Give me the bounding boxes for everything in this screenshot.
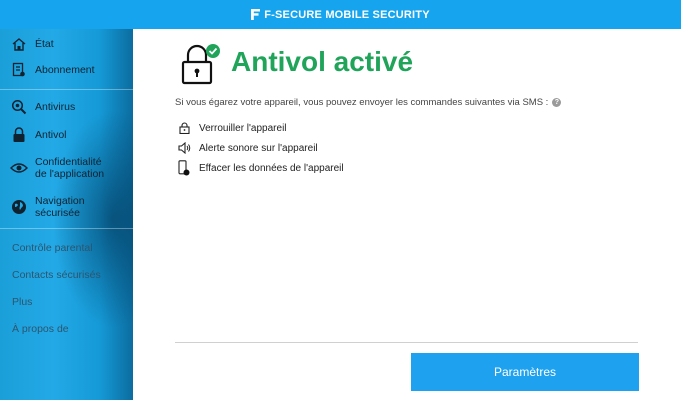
sidebar-item-etat[interactable]: État (0, 35, 133, 53)
command-lock: Verrouiller l'appareil (177, 121, 287, 135)
antivirus-icon (10, 98, 28, 116)
footer-divider (175, 342, 638, 343)
help-icon[interactable]: ? (552, 98, 562, 107)
command-label: Alerte sonore sur l'appareil (199, 142, 318, 154)
home-icon (10, 35, 28, 53)
eye-icon (10, 159, 28, 177)
app-title: F-SECURE MOBILE SECURITY (264, 8, 430, 21)
fsecure-logo-icon (251, 9, 261, 20)
sidebar-item-label: État (35, 38, 54, 50)
sidebar: État Abonnement Antivirus Antivol Confid… (0, 29, 133, 400)
sidebar-link-a-propos[interactable]: À propos de (12, 323, 69, 335)
lock-icon (10, 126, 28, 144)
antitheft-active-icon (179, 43, 220, 85)
app-header: F-SECURE MOBILE SECURITY (0, 0, 681, 29)
sidebar-item-label: Antivol (35, 129, 67, 141)
sidebar-link-contacts-securises[interactable]: Contacts sécurisés (12, 269, 101, 281)
settings-button[interactable]: Paramètres (411, 353, 639, 391)
phone-wipe-icon (177, 160, 191, 176)
instructions-label: Si vous égarez votre appareil, vous pouv… (175, 97, 549, 108)
sidebar-divider (0, 228, 133, 229)
sidebar-divider (0, 89, 133, 90)
sidebar-link-controle-parental[interactable]: Contrôle parental (12, 242, 93, 254)
command-label: Effacer les données de l'appareil (199, 162, 344, 174)
command-wipe: Effacer les données de l'appareil (177, 160, 344, 176)
main-content: Antivol activé Si vous égarez votre appa… (133, 29, 681, 400)
speaker-icon (177, 141, 191, 155)
sidebar-item-navigation[interactable]: Navigation sécurisée (0, 195, 133, 219)
sidebar-item-confidentialite[interactable]: Confidentialité de l'application (0, 156, 133, 180)
sidebar-item-antivirus[interactable]: Antivirus (0, 98, 133, 116)
globe-icon (10, 198, 28, 216)
sidebar-item-label: Antivirus (35, 101, 76, 113)
command-label: Verrouiller l'appareil (199, 122, 287, 134)
instructions-text: Si vous égarez votre appareil, vous pouv… (175, 97, 562, 108)
sidebar-item-label: Navigation sécurisée (35, 195, 85, 219)
sidebar-item-label: Confidentialité de l'application (35, 156, 105, 180)
subscription-icon (10, 61, 28, 79)
page-title: Antivol activé (231, 46, 414, 77)
sidebar-item-label: Abonnement (35, 64, 95, 76)
command-alarm: Alerte sonore sur l'appareil (177, 141, 318, 155)
sidebar-item-abonnement[interactable]: Abonnement (0, 61, 133, 79)
sidebar-item-antivol[interactable]: Antivol (0, 126, 133, 144)
sidebar-link-plus[interactable]: Plus (12, 296, 32, 308)
lock-outline-icon (177, 121, 191, 135)
